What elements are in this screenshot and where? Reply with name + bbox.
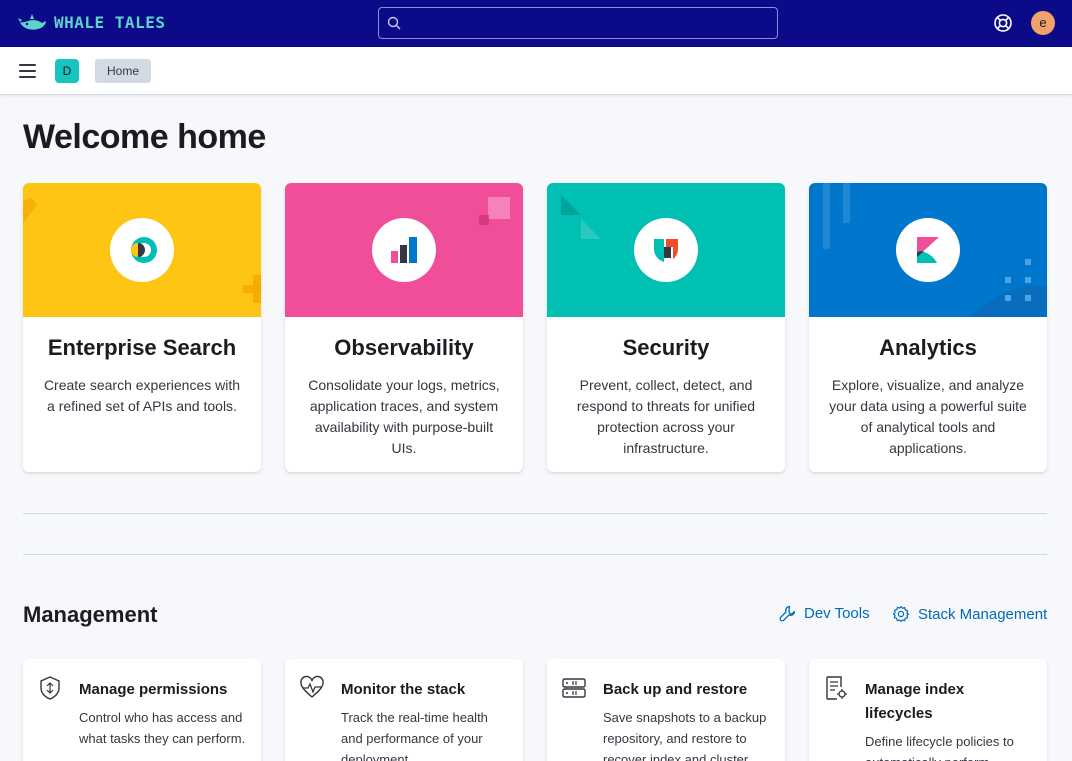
analytics-banner [809, 183, 1047, 317]
analytics-card[interactable]: Analytics Explore, visualize, and analyz… [809, 183, 1047, 472]
dev-tools-label: Dev Tools [804, 605, 870, 622]
section-divider [23, 554, 1047, 555]
manage-permissions-title: Manage permissions [79, 681, 228, 698]
enterprise-search-banner [23, 183, 261, 317]
backup-restore-description: Save snapshots to a backup repository, a… [603, 710, 767, 761]
help-icon[interactable] [993, 13, 1013, 33]
security-icon [634, 218, 698, 282]
dev-tools-link[interactable]: Dev Tools [779, 605, 870, 622]
observability-description: Consolidate your logs, metrics, applicat… [308, 377, 500, 456]
top-header: WHALE TALES e [0, 0, 1072, 47]
analytics-icon [896, 218, 960, 282]
whale-icon [18, 14, 46, 30]
logo-text: WHALE TALES [54, 12, 166, 32]
enterprise-search-title: Enterprise Search [47, 335, 237, 360]
management-title: Management [23, 602, 158, 627]
observability-banner [285, 183, 523, 317]
monitor-stack-title: Monitor the stack [341, 681, 466, 698]
manage-permissions-card[interactable]: Manage permissions Control who has acces… [23, 659, 261, 761]
storage-icon [562, 678, 586, 698]
search-icon [387, 16, 401, 30]
section-divider [23, 513, 1047, 514]
security-banner [547, 183, 785, 317]
observability-icon [372, 218, 436, 282]
security-card[interactable]: Security Prevent, collect, detect, and r… [547, 183, 785, 472]
monitor-stack-description: Track the real-time health and performan… [341, 710, 488, 761]
space-avatar[interactable]: D [55, 59, 79, 83]
index-settings-icon [826, 676, 847, 700]
stack-management-label: Stack Management [918, 605, 1048, 623]
analytics-description: Explore, visualize, and analyze your dat… [829, 377, 1027, 456]
heartbeat-icon [300, 675, 324, 698]
index-lifecycles-card[interactable]: Manage index lifecycles Define lifecycle… [809, 659, 1047, 761]
enterprise-search-description: Create search experiences with a refined… [43, 377, 241, 414]
breadcrumb-home[interactable]: Home [95, 59, 152, 83]
index-lifecycles-title: Manage index lifecycles [865, 681, 965, 722]
enterprise-search-icon [110, 218, 174, 282]
page-title: Welcome home [23, 118, 266, 156]
gear-icon [892, 605, 910, 623]
analytics-title: Analytics [879, 335, 977, 360]
logo[interactable]: WHALE TALES [18, 10, 165, 34]
user-avatar[interactable]: e [1031, 11, 1055, 35]
enterprise-search-card[interactable]: Enterprise Search Create search experien… [23, 183, 261, 472]
wrench-icon [779, 605, 796, 622]
stack-management-link[interactable]: Stack Management [892, 605, 1047, 623]
shield-icon [40, 676, 60, 700]
backup-restore-card[interactable]: Back up and restore Save snapshots to a … [547, 659, 785, 761]
breadcrumb-bar: D Home [0, 47, 1072, 95]
observability-card[interactable]: Observability Consolidate your logs, met… [285, 183, 523, 472]
backup-restore-title: Back up and restore [603, 681, 748, 698]
monitor-stack-card[interactable]: Monitor the stack Track the real-time he… [285, 659, 523, 761]
manage-permissions-description: Control who has access and what tasks th… [79, 710, 246, 746]
search-input[interactable] [378, 7, 778, 39]
hamburger-menu-icon[interactable] [19, 64, 36, 78]
observability-title: Observability [334, 335, 474, 360]
security-title: Security [622, 335, 710, 360]
index-lifecycles-description: Define lifecycle policies to automatical… [865, 734, 1014, 761]
security-description: Prevent, collect, detect, and respond to… [576, 377, 756, 456]
